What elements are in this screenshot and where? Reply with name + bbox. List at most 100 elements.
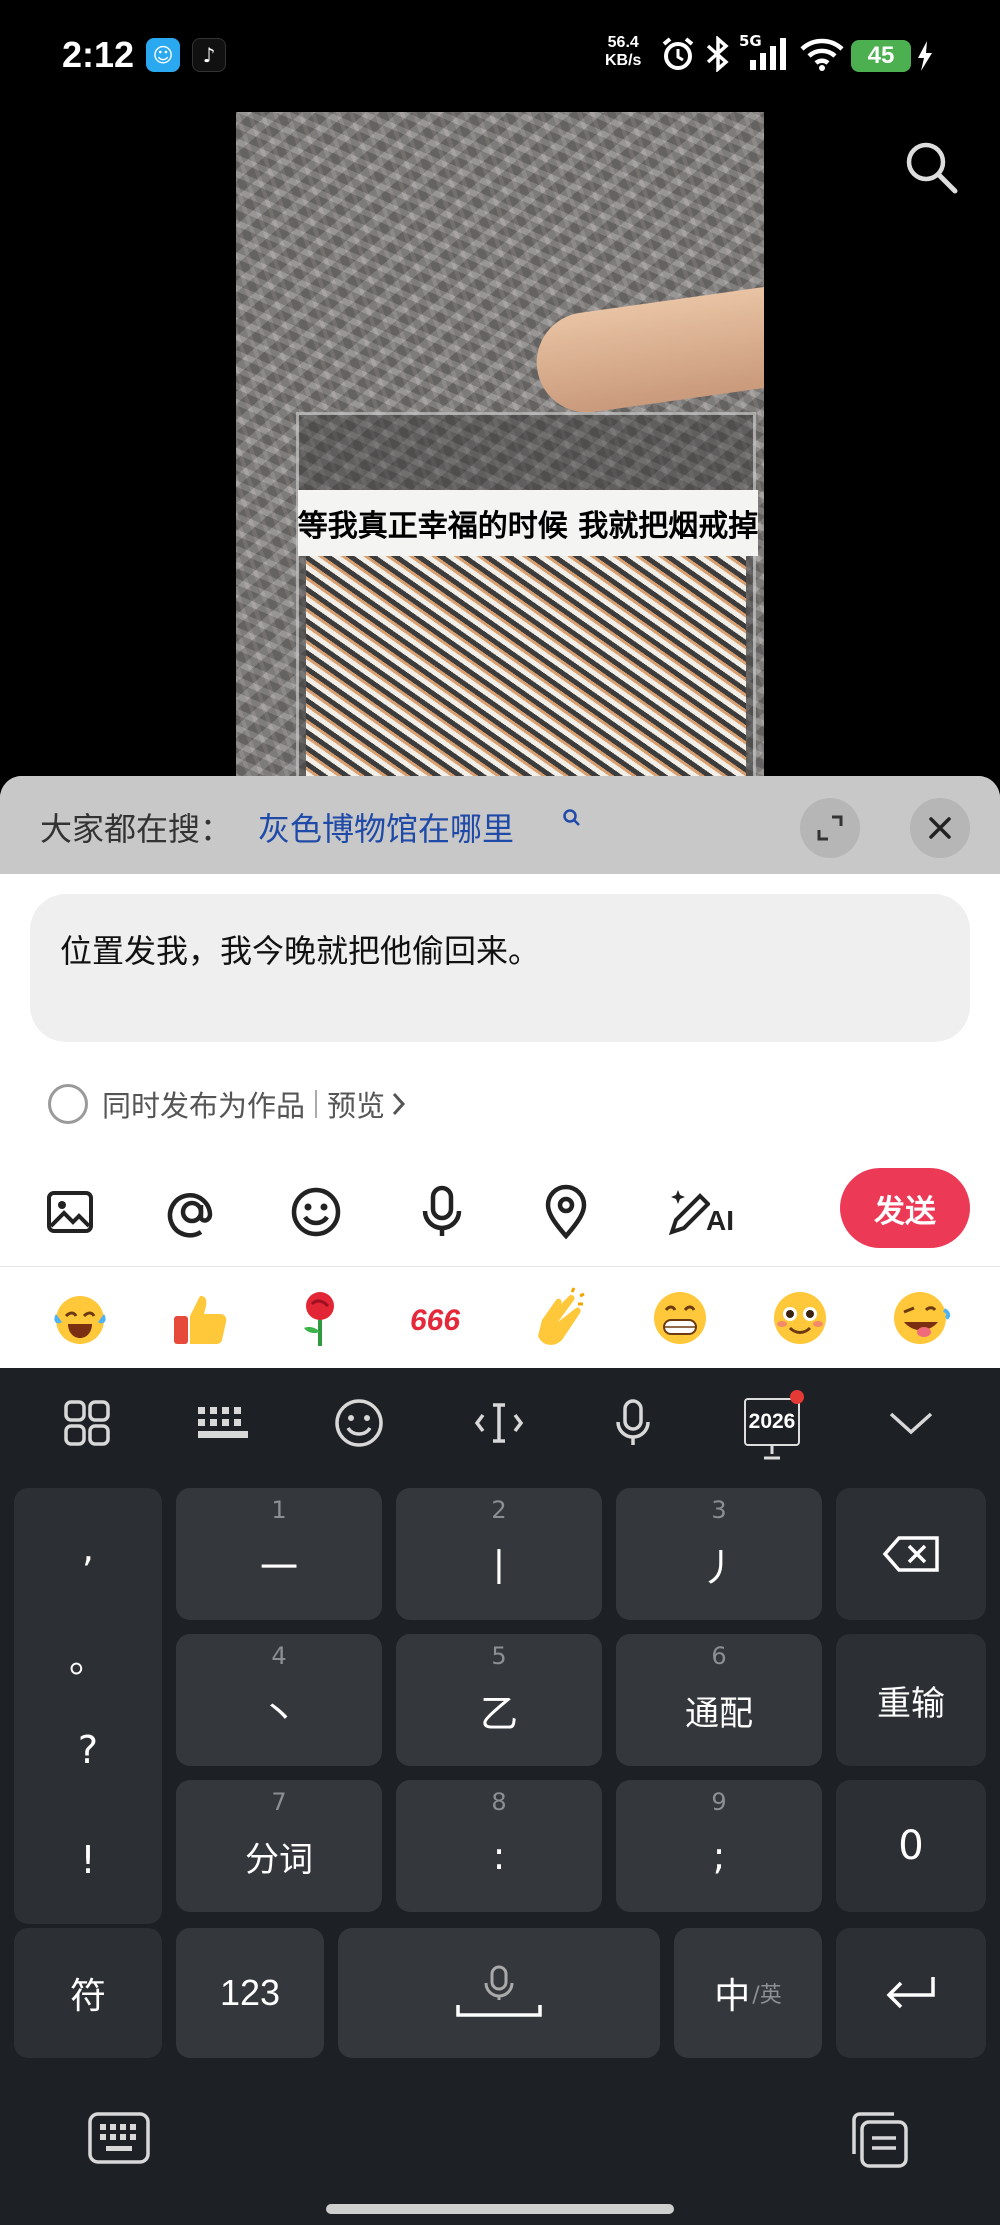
quick-emoji-row: 666 — [0, 1276, 1000, 1368]
video-cigarettes — [306, 552, 746, 780]
video-arm — [530, 285, 764, 419]
clipboard-icon — [852, 2112, 908, 2168]
key-label: 丿 — [699, 1545, 738, 1590]
home-indicator[interactable] — [326, 2204, 674, 2214]
key-number: 1 — [271, 1496, 287, 1524]
keyboard-apps-button[interactable] — [54, 1390, 120, 1456]
language-switch-key[interactable]: 中 /英 — [674, 1928, 822, 2058]
key-number: 7 — [271, 1788, 287, 1816]
ai-label: AI — [706, 1205, 734, 1236]
status-bar: 2:12 ☺ ♪ 56.4 KB/s 5G 45 — [0, 0, 1000, 112]
close-button[interactable] — [910, 798, 970, 858]
clipboard-button[interactable] — [848, 2110, 914, 2174]
punctuation-column[interactable]: , 。 ? ! — [14, 1488, 162, 1924]
winking-tongue-emoji-icon[interactable] — [888, 1286, 952, 1350]
switch-keyboard-button[interactable] — [86, 2110, 152, 2170]
question-key[interactable]: ? — [14, 1728, 162, 1772]
key-label: ; — [712, 1834, 726, 1878]
voice-button[interactable] — [412, 1182, 472, 1242]
expand-button[interactable] — [800, 798, 860, 858]
zero-key[interactable]: 0 — [836, 1780, 986, 1912]
video-caption: 等我真正幸福的时候 我就把烟戒掉 — [298, 490, 758, 556]
mention-button[interactable] — [162, 1182, 222, 1242]
network-speed: 56.4 KB/s — [605, 34, 641, 70]
lang-main: 中 — [714, 1976, 751, 2017]
stroke-key-2[interactable]: 2 丨 — [396, 1488, 602, 1620]
text-cursor-icon — [474, 1403, 524, 1443]
hot-search-prefix: 大家都在搜： — [40, 810, 233, 848]
preview-link[interactable]: 预览 — [327, 1083, 385, 1125]
hot-search-bar: 大家都在搜： 灰色博物馆在哪里 — [0, 776, 1000, 874]
wifi-icon — [800, 38, 844, 71]
period-key[interactable]: 。 — [14, 1628, 162, 1683]
cursor-move-button[interactable] — [466, 1390, 532, 1456]
keyboard-voice-button[interactable] — [600, 1390, 666, 1456]
key-label: 通配 — [685, 1693, 753, 1734]
stroke-key-1[interactable]: 1 一 — [176, 1488, 382, 1620]
exclamation-key[interactable]: ! — [14, 1838, 162, 1882]
year-2026-badge[interactable]: 2026 — [744, 1398, 800, 1446]
space-key[interactable] — [338, 1928, 660, 2058]
comment-sheet: 大家都在搜： 灰色博物馆在哪里 位置发我，我今晚就把他偷回来。 同时发布为作品 … — [0, 776, 1000, 1368]
notification-dot — [790, 1390, 804, 1404]
wildcard-key[interactable]: 6 通配 — [616, 1634, 822, 1766]
send-button[interactable]: 发送 — [840, 1168, 970, 1248]
symbols-key[interactable]: 符 — [14, 1928, 162, 2058]
image-icon — [47, 1191, 93, 1233]
thumbs-up-emoji-icon[interactable] — [168, 1286, 232, 1350]
small-search-icon — [563, 809, 580, 826]
clapping-emoji-icon[interactable] — [528, 1286, 592, 1350]
keyboard-layout-button[interactable] — [190, 1390, 256, 1456]
hot-search-query-link[interactable]: 灰色博物馆在哪里 — [258, 804, 514, 850]
laughing-crying-emoji-icon[interactable] — [48, 1286, 112, 1350]
expand-icon — [817, 815, 843, 841]
key-number: 5 — [491, 1642, 507, 1670]
key-label: 丨 — [479, 1545, 518, 1590]
key-number: 6 — [711, 1642, 727, 1670]
ime-keyboard: 2026 , 。 ? ! 1 一 2 丨 3 丿 4 丶 5 乙 6 通配 重输… — [0, 1368, 1000, 2225]
clock: 2:12 — [62, 34, 135, 75]
hide-keyboard-button[interactable] — [878, 1390, 944, 1456]
enter-key[interactable] — [836, 1928, 986, 2058]
emoji-button[interactable] — [286, 1182, 346, 1242]
video-player[interactable]: 等我真正幸福的时候 我就把烟戒掉 — [236, 112, 764, 780]
stroke-key-5[interactable]: 5 乙 — [396, 1634, 602, 1766]
enter-icon — [886, 1977, 935, 2009]
image-button[interactable] — [40, 1182, 100, 1242]
numbers-key[interactable]: 123 — [176, 1928, 324, 2058]
keyboard-emoji-button[interactable] — [326, 1390, 392, 1456]
divider — [0, 1266, 1000, 1267]
key-label: : — [492, 1834, 506, 1878]
publish-as-work-checkbox[interactable] — [48, 1084, 88, 1124]
tiktok-notification-icon: ♪ — [192, 38, 226, 72]
search-icon[interactable] — [902, 138, 960, 196]
grid-icon — [64, 1400, 110, 1446]
signal-icon — [750, 38, 786, 70]
app-notification-icon: ☺ — [146, 38, 180, 72]
stroke-key-3[interactable]: 3 丿 — [616, 1488, 822, 1620]
chevron-down-icon — [889, 1412, 933, 1435]
chevron-right-icon — [392, 1092, 406, 1116]
svg-text:666: 666 — [410, 1304, 460, 1337]
stroke-key-4[interactable]: 4 丶 — [176, 1634, 382, 1766]
network-speed-value: 56.4 — [607, 34, 639, 51]
colon-key[interactable]: 8 : — [396, 1780, 602, 1912]
comma-key[interactable]: , — [14, 1526, 162, 1570]
location-button[interactable] — [536, 1182, 596, 1242]
reinput-key[interactable]: 重输 — [836, 1634, 986, 1766]
lang-sub: /英 — [752, 1983, 782, 2008]
key-number: 9 — [711, 1788, 727, 1816]
separator — [315, 1090, 318, 1118]
publish-as-work-label[interactable]: 同时发布为作品 — [102, 1083, 305, 1125]
smiling-blush-emoji-icon[interactable] — [768, 1286, 832, 1350]
grinning-emoji-icon[interactable] — [648, 1286, 712, 1350]
key-label: 一 — [259, 1545, 298, 1590]
comment-input[interactable]: 位置发我，我今晚就把他偷回来。 — [30, 894, 970, 1042]
ai-button[interactable]: AI — [660, 1182, 740, 1242]
keyboard-icon — [88, 2112, 150, 2164]
semicolon-key[interactable]: 9 ; — [616, 1780, 822, 1912]
rose-emoji-icon[interactable] — [288, 1286, 352, 1350]
backspace-key[interactable] — [836, 1488, 986, 1620]
666-emoji-icon[interactable]: 666 — [408, 1286, 472, 1350]
segment-key[interactable]: 7 分词 — [176, 1780, 382, 1912]
